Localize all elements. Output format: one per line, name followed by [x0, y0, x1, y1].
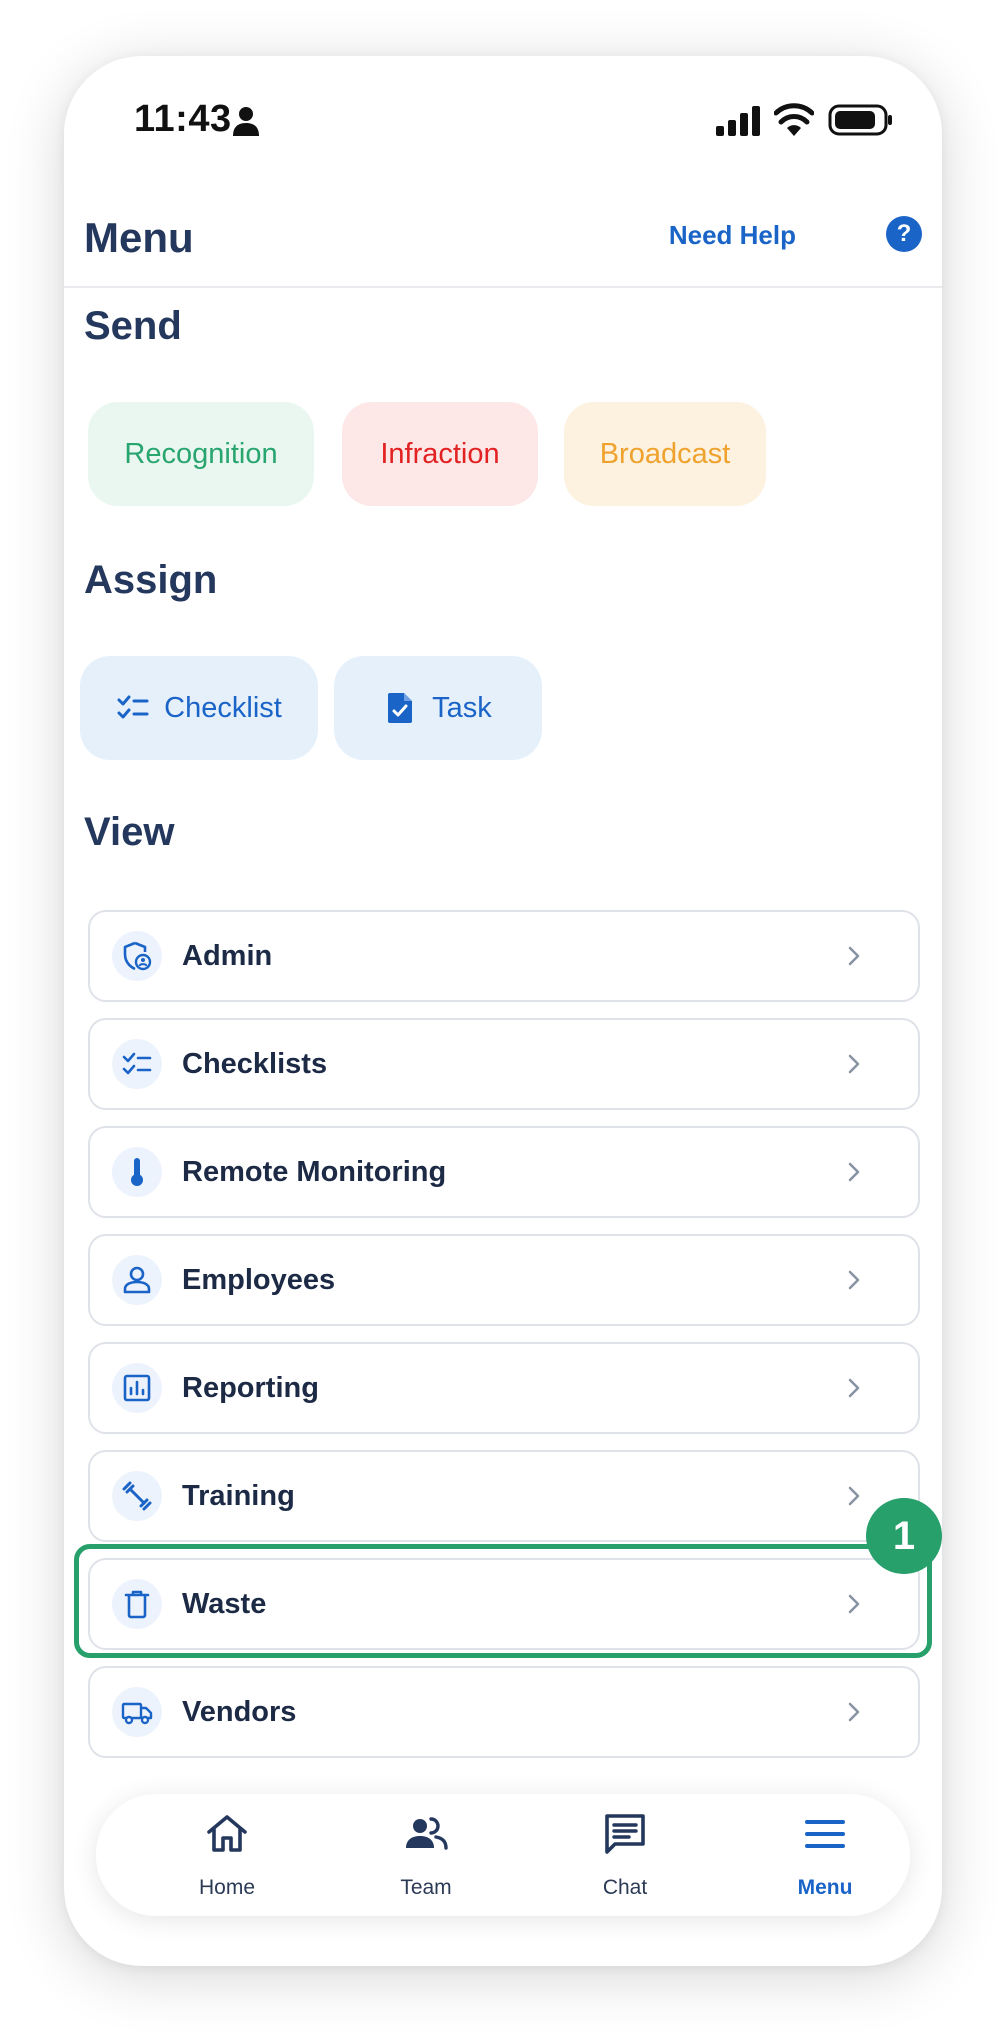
recognition-label: Recognition	[124, 437, 278, 470]
truck-icon	[121, 1702, 153, 1725]
admin-shield-icon	[123, 941, 152, 971]
checklist-icon	[122, 1052, 152, 1075]
view-item-label: Employees	[182, 1263, 336, 1296]
assign-section-title: Assign	[84, 558, 218, 602]
broadcast-button[interactable]: Broadcast	[564, 402, 766, 506]
view-item-waste[interactable]: Waste	[88, 1558, 920, 1650]
team-icon	[406, 1817, 448, 1850]
page-header: Menu Need Help ?	[64, 206, 942, 288]
chevron-right-icon	[848, 1162, 860, 1182]
assign-task-label: Task	[432, 691, 492, 724]
nav-tab-team[interactable]: Team	[351, 1794, 501, 1916]
checklist-icon	[117, 695, 149, 719]
help-question-icon[interactable]: ?	[886, 216, 922, 252]
battery-icon	[828, 104, 892, 136]
assign-checklist-label: Checklist	[164, 691, 282, 724]
trash-icon	[124, 1590, 150, 1619]
chevron-right-icon	[848, 1486, 860, 1506]
view-item-label: Remote Monitoring	[182, 1155, 447, 1188]
view-item-label: Training	[182, 1479, 295, 1512]
infraction-label: Infraction	[380, 437, 500, 470]
thermometer-icon	[131, 1158, 143, 1186]
recognition-button[interactable]: Recognition	[88, 402, 314, 506]
nav-tab-home[interactable]: Home	[152, 1794, 302, 1916]
infraction-button[interactable]: Infraction	[342, 402, 538, 506]
person-icon	[233, 107, 259, 136]
cellular-signal-icon	[716, 106, 760, 136]
page-title: Menu	[84, 214, 194, 261]
nav-label: Team	[400, 1876, 452, 1899]
nav-tab-chat[interactable]: Chat	[550, 1794, 700, 1916]
chevron-right-icon	[848, 946, 860, 966]
menu-icon	[805, 1820, 845, 1848]
nav-tab-menu[interactable]: Menu	[750, 1794, 900, 1916]
view-item-employees[interactable]: Employees	[88, 1234, 920, 1326]
chevron-right-icon	[848, 1054, 860, 1074]
view-section-title: View	[84, 810, 175, 854]
broadcast-label: Broadcast	[599, 437, 731, 470]
view-item-training[interactable]: Training	[88, 1450, 920, 1542]
view-item-vendors[interactable]: Vendors	[88, 1666, 920, 1758]
report-chart-icon	[123, 1374, 151, 1402]
view-item-checklists[interactable]: Checklists	[88, 1018, 920, 1110]
send-section-title: Send	[84, 304, 182, 348]
assign-checklist-button[interactable]: Checklist	[80, 656, 318, 760]
person-icon	[123, 1266, 151, 1294]
view-item-label: Vendors	[182, 1695, 297, 1728]
wifi-icon	[774, 103, 814, 136]
view-item-reporting[interactable]: Reporting	[88, 1342, 920, 1434]
dumbbell-icon	[122, 1481, 152, 1511]
view-item-label: Waste	[182, 1587, 267, 1620]
chat-icon	[605, 1814, 645, 1854]
nav-label: Chat	[602, 1876, 648, 1899]
chevron-right-icon	[848, 1594, 860, 1614]
nav-label: Menu	[797, 1876, 853, 1899]
need-help-link[interactable]: Need Help	[669, 220, 796, 251]
chevron-right-icon	[848, 1702, 860, 1722]
status-time: 11:43	[134, 98, 232, 140]
phone-frame: 11:43 Menu Need Help ? Send Recognition …	[64, 56, 942, 1966]
task-document-icon	[388, 693, 413, 723]
nav-label: Home	[198, 1876, 256, 1899]
view-item-remote-monitoring[interactable]: Remote Monitoring	[88, 1126, 920, 1218]
bottom-navigation: Home Team Chat Menu	[96, 1794, 910, 1916]
home-icon	[207, 1815, 247, 1852]
assign-task-button[interactable]: Task	[334, 656, 542, 760]
view-item-label: Reporting	[182, 1371, 319, 1404]
step-callout-badge: 1	[866, 1498, 942, 1574]
chevron-right-icon	[848, 1378, 860, 1398]
view-item-admin[interactable]: Admin	[88, 910, 920, 1002]
view-item-label: Checklists	[182, 1047, 328, 1080]
view-item-label: Admin	[182, 939, 273, 972]
chevron-right-icon	[848, 1270, 860, 1290]
status-bar: 11:43	[64, 56, 942, 186]
